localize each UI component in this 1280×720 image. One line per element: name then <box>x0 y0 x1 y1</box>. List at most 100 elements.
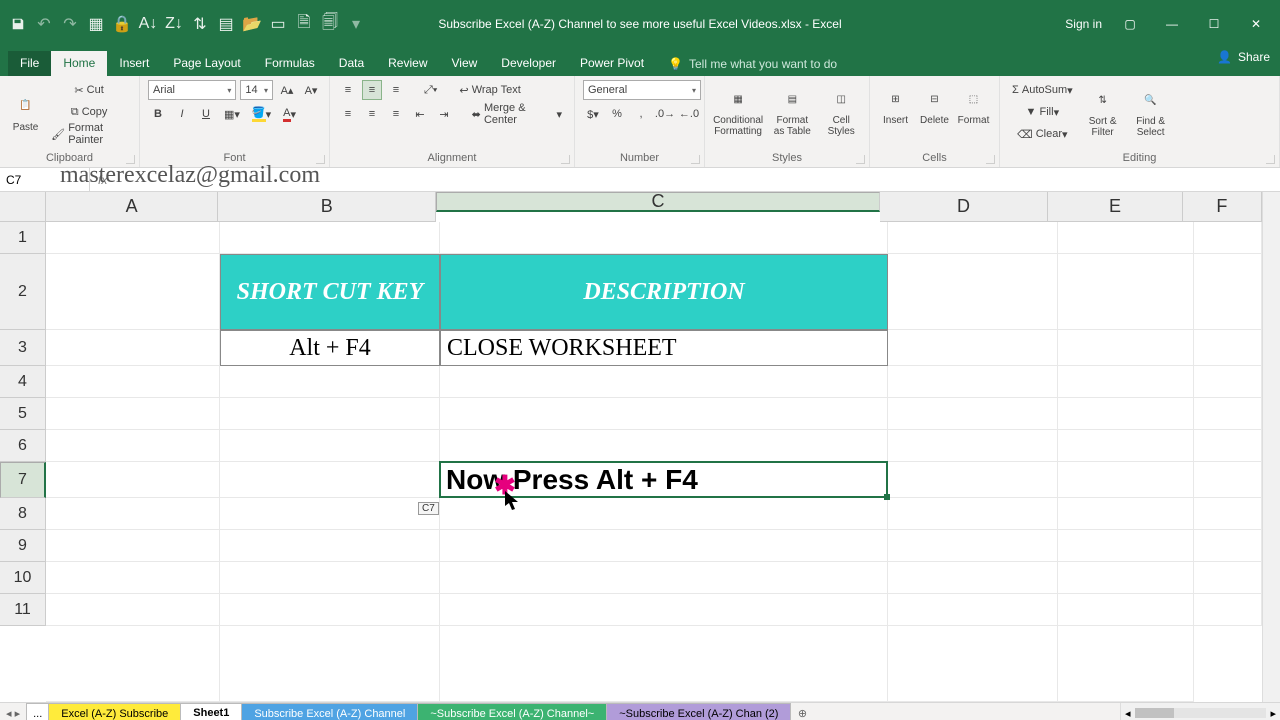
cell-C3[interactable]: CLOSE WORKSHEET <box>440 330 888 366</box>
cell-C2[interactable]: DESCRIPTION <box>440 254 888 330</box>
col-header-C[interactable]: C <box>436 192 880 212</box>
fill-color-button[interactable]: 🪣▾ <box>248 104 275 124</box>
row-header-4[interactable]: 4 <box>0 366 46 398</box>
tab-power-pivot[interactable]: Power Pivot <box>568 51 656 76</box>
sheet-tab-1[interactable]: Excel (A-Z) Subscribe <box>48 703 181 720</box>
col-header-D[interactable]: D <box>880 192 1048 222</box>
number-format-select[interactable]: General▾ <box>583 80 701 100</box>
row-1-area[interactable] <box>46 222 1262 254</box>
lock-icon[interactable]: 🔒 <box>112 14 132 34</box>
tab-insert[interactable]: Insert <box>107 51 161 76</box>
increase-font-button[interactable]: A▴ <box>277 80 297 100</box>
align-middle-button[interactable]: ≡ <box>362 80 382 100</box>
ribbon-display-icon[interactable]: ▢ <box>1116 10 1144 38</box>
select-all-corner[interactable] <box>0 192 46 222</box>
row-10-area[interactable] <box>46 562 1262 594</box>
find-select-button[interactable]: 🔍Find & Select <box>1129 81 1173 143</box>
tab-home[interactable]: Home <box>51 51 107 76</box>
touch-mode-icon[interactable]: ▦ <box>86 14 106 34</box>
new-icon[interactable]: ▭ <box>268 14 288 34</box>
row-header-5[interactable]: 5 <box>0 398 46 430</box>
formula-input[interactable]: fx <box>90 173 1280 187</box>
insert-cells-button[interactable]: ⊞Insert <box>878 80 913 131</box>
row-9-area[interactable] <box>46 530 1262 562</box>
horizontal-scrollbar[interactable]: ◂ ▸ <box>1120 703 1280 720</box>
add-sheet-button[interactable]: ⊕ <box>790 703 814 720</box>
sheet-tab-4[interactable]: ~Subscribe Excel (A-Z) Channel~ <box>417 703 607 720</box>
font-color-button[interactable]: A▾ <box>279 104 300 124</box>
tab-data[interactable]: Data <box>327 51 376 76</box>
row-header-1[interactable]: 1 <box>0 222 46 254</box>
row-header-11[interactable]: 11 <box>0 594 46 626</box>
tab-review[interactable]: Review <box>376 51 439 76</box>
format-cells-button[interactable]: ⬚Format <box>956 80 991 131</box>
font-size-select[interactable]: 14▾ <box>240 80 273 100</box>
align-left-button[interactable]: ≡ <box>338 104 358 124</box>
comma-button[interactable]: , <box>631 104 651 124</box>
conditional-formatting-button[interactable]: ▦Conditional Formatting <box>713 80 763 142</box>
redo-icon[interactable]: ↷ <box>60 14 80 34</box>
decrease-font-button[interactable]: A▾ <box>301 80 321 100</box>
bold-button[interactable]: B <box>148 104 168 124</box>
tell-me-search[interactable]: 💡 Tell me what you want to do <box>656 52 849 76</box>
sort-filter-button[interactable]: ⇅Sort & Filter <box>1081 81 1125 143</box>
row-header-2[interactable]: 2 <box>0 254 46 330</box>
align-right-button[interactable]: ≡ <box>386 104 406 124</box>
name-box[interactable]: C7 <box>0 168 90 191</box>
col-header-E[interactable]: E <box>1048 192 1183 222</box>
delete-cells-button[interactable]: ⊟Delete <box>917 80 952 131</box>
cell-B2[interactable]: SHORT CUT KEY <box>220 254 440 330</box>
border-button[interactable]: ▦▾ <box>220 104 244 124</box>
hscroll-thumb[interactable] <box>1135 708 1175 718</box>
fill-button[interactable]: ▼ Fill▾ <box>1008 102 1077 122</box>
scroll-right-icon[interactable]: ▸ <box>1270 707 1276 720</box>
align-bottom-button[interactable]: ≡ <box>386 80 406 100</box>
increase-decimal-button[interactable]: .0→ <box>655 104 675 124</box>
font-name-select[interactable]: Arial▾ <box>148 80 236 100</box>
paste-button[interactable]: 📋 Paste <box>8 87 43 138</box>
row-4-area[interactable] <box>46 366 1262 398</box>
new-sheet-icon[interactable]: 🗎 <box>294 14 314 34</box>
print-preview-icon[interactable]: ▤ <box>216 14 236 34</box>
vertical-scrollbar[interactable] <box>1262 192 1280 702</box>
italic-button[interactable]: I <box>172 104 192 124</box>
wrap-text-button[interactable]: ↩ Wrap Text <box>455 80 524 100</box>
decrease-indent-button[interactable]: ⇤ <box>410 104 430 124</box>
row-header-6[interactable]: 6 <box>0 430 46 462</box>
currency-button[interactable]: $▾ <box>583 104 603 124</box>
format-as-table-button[interactable]: ▤Format as Table <box>767 80 817 142</box>
sheet-tab-overflow[interactable]: ... <box>26 703 49 720</box>
spreadsheet-grid[interactable]: A B C D E F 1 2 3 4 5 6 7 8 9 10 11 <box>0 192 1280 702</box>
row-header-9[interactable]: 9 <box>0 530 46 562</box>
share-button[interactable]: 👤 Share <box>1217 50 1270 64</box>
tab-page-layout[interactable]: Page Layout <box>161 51 252 76</box>
qat-customize-icon[interactable]: ▾ <box>346 14 366 34</box>
sheet-tab-3[interactable]: Subscribe Excel (A-Z) Channel <box>241 703 418 720</box>
clear-button[interactable]: ⌫ Clear▾ <box>1008 124 1077 144</box>
cell-styles-button[interactable]: ◫Cell Styles <box>821 80 861 142</box>
open-icon[interactable]: 📂 <box>242 14 262 34</box>
autosum-button[interactable]: Σ AutoSum▾ <box>1008 80 1077 100</box>
underline-button[interactable]: U <box>196 104 216 124</box>
increase-indent-button[interactable]: ⇥ <box>434 104 454 124</box>
col-header-A[interactable]: A <box>46 192 218 222</box>
row-8-area[interactable] <box>46 498 1262 530</box>
minimize-icon[interactable]: — <box>1158 10 1186 38</box>
sheet-tab-2[interactable]: Sheet1 <box>180 703 242 720</box>
sheet-tab-5[interactable]: ~Subscribe Excel (A-Z) Chan (2) <box>606 703 791 720</box>
cell-B3[interactable]: Alt + F4 <box>220 330 440 366</box>
hscroll-track[interactable] <box>1135 708 1267 718</box>
row-5-area[interactable] <box>46 398 1262 430</box>
merge-center-button[interactable]: ⬌ Merge & Center▾ <box>468 104 566 124</box>
undo-icon[interactable]: ↶ <box>34 14 54 34</box>
row-header-10[interactable]: 10 <box>0 562 46 594</box>
quick-print-icon[interactable]: 🗐 <box>320 14 340 34</box>
sort-asc-icon[interactable]: A↓ <box>138 14 158 34</box>
percent-button[interactable]: % <box>607 104 627 124</box>
tab-view[interactable]: View <box>440 51 490 76</box>
align-center-button[interactable]: ≡ <box>362 104 382 124</box>
maximize-icon[interactable]: ☐ <box>1200 10 1228 38</box>
row-header-8[interactable]: 8 <box>0 498 46 530</box>
row-11-area[interactable] <box>46 594 1262 626</box>
cut-button[interactable]: ✂ Cut <box>47 80 131 100</box>
